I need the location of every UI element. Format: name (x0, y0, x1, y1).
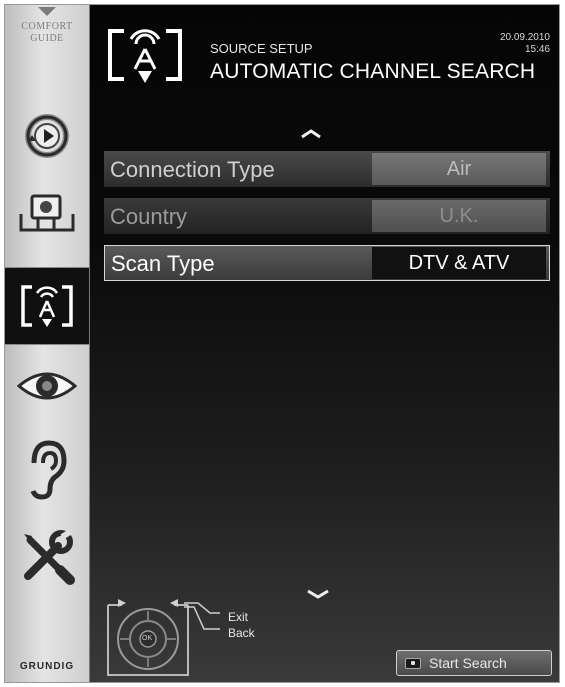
chevron-down-icon[interactable] (306, 589, 330, 599)
brand-logo: GRUNDIG (19, 661, 75, 672)
row-label: Connection Type (110, 157, 275, 182)
record-key-icon (405, 657, 421, 669)
row-value: Air (372, 153, 546, 185)
sidebar: COMFORT GUIDE GRUNDIG (5, 5, 90, 682)
sidebar-item-source-setup[interactable] (5, 267, 89, 345)
sidebar-item-playback[interactable] (5, 101, 89, 171)
sidebar-item-picture[interactable] (5, 353, 89, 419)
menu-row-connection-type[interactable]: Connection Type Air (104, 151, 550, 187)
menu-row-scan-type[interactable]: Scan Type DTV & ATV (104, 245, 550, 281)
comfort-guide[interactable]: COMFORT GUIDE (5, 5, 89, 65)
antenna-source-icon (21, 285, 73, 327)
date-text: 20.09.2010 (499, 32, 550, 43)
header-antenna-icon (104, 23, 186, 94)
menu-row-country: Country U.K. (104, 198, 550, 234)
network-media-icon (19, 194, 75, 232)
row-value: U.K. (372, 200, 546, 232)
datetime: 20.09.2010 15:46 (500, 32, 550, 56)
exit-label: Exit (228, 610, 249, 624)
row-value: DTV & ATV (372, 247, 546, 279)
header-subtitle: SOURCE SETUP (210, 41, 313, 56)
sidebar-item-network-media[interactable] (5, 181, 89, 251)
comfort-guide-label: COMFORT GUIDE (21, 21, 73, 44)
start-search-button[interactable]: Start Search (396, 650, 552, 676)
page-title: AUTOMATIC CHANNEL SEARCH (210, 60, 536, 83)
playback-icon (25, 114, 69, 158)
row-label: Scan Type (111, 251, 215, 276)
remote-control-icon (107, 599, 220, 676)
sidebar-item-sound[interactable] (5, 435, 89, 505)
tv-menu-screen: COMFORT GUIDE GRUNDIG SOURCE SETUP AUTOM… (4, 4, 560, 683)
start-search-label: Start Search (429, 655, 507, 671)
sound-ear-icon (30, 440, 67, 500)
main-panel: SOURCE SETUP AUTOMATIC CHANNEL SEARCH 20… (90, 5, 559, 682)
back-label: Back (228, 626, 255, 640)
row-label: Country (110, 204, 188, 229)
sidebar-item-tools[interactable] (5, 519, 89, 595)
tools-icon (24, 529, 75, 585)
chevron-up-icon[interactable] (300, 129, 322, 139)
ok-label: OK (142, 635, 153, 642)
time-text: 15:46 (524, 44, 550, 55)
picture-eye-icon (16, 372, 78, 400)
up-arrow-icon (38, 7, 56, 16)
